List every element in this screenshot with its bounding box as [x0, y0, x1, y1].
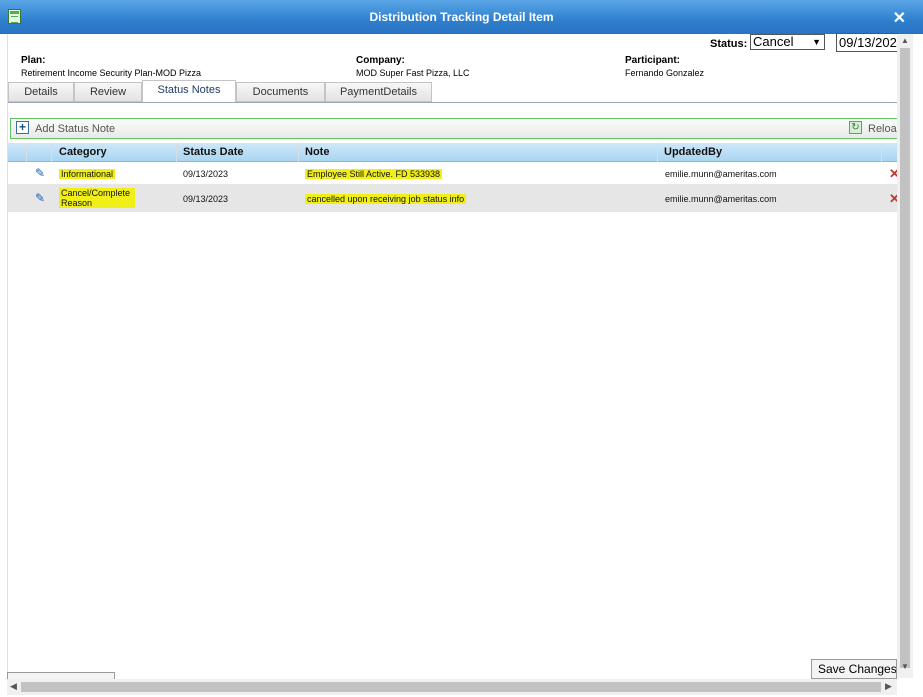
participant-value: Fernando Gonzalez	[625, 68, 705, 78]
close-icon[interactable]: ✕	[893, 8, 906, 28]
status-notes-toolbar: + Add Status Note ↻ Reload	[10, 118, 903, 139]
note-cell: Employee Still Active. FD 533938	[305, 169, 443, 179]
table-row[interactable]: ✎ Informational 09/13/2023 Employee Stil…	[8, 162, 900, 185]
status-label: Status:	[710, 38, 748, 50]
chevron-down-icon: ▼	[812, 37, 821, 47]
horizontal-scroll-thumb[interactable]	[21, 682, 881, 692]
status-select[interactable]: Cancel ▼	[750, 34, 825, 50]
dialog-content: Plan: Retirement Income Security Plan-MO…	[7, 33, 903, 678]
category-cell: Informational	[59, 169, 116, 179]
plan-label: Plan:	[21, 55, 46, 66]
add-status-note-button[interactable]: Add Status Note	[35, 123, 115, 135]
tab-status-notes[interactable]: Status Notes	[142, 80, 236, 103]
status-date-cell: 09/13/2023	[183, 194, 229, 204]
company-value: MOD Super Fast Pizza, LLC	[356, 68, 470, 78]
company-label: Company:	[356, 55, 405, 66]
column-header-note[interactable]: Note	[305, 146, 329, 158]
grid-header: Category Status Date Note UpdatedBy	[8, 143, 898, 162]
vertical-scrollbar[interactable]: ▲ ▼	[897, 34, 913, 678]
tab-payment-details[interactable]: PaymentDetails	[325, 82, 432, 102]
scroll-right-icon[interactable]: ▶	[885, 681, 892, 692]
scroll-down-icon[interactable]: ▼	[901, 662, 909, 671]
add-icon[interactable]: +	[16, 121, 29, 134]
category-cell: Cancel/Complete Reason	[59, 188, 135, 208]
scroll-up-icon[interactable]: ▲	[901, 36, 909, 45]
updated-by-cell: emilie.munn@ameritas.com	[665, 169, 777, 179]
updated-by-cell: emilie.munn@ameritas.com	[665, 194, 777, 204]
note-cell: cancelled upon receiving job status info	[305, 194, 467, 204]
window-title: Distribution Tracking Detail Item	[369, 10, 554, 24]
column-header-updated-by[interactable]: UpdatedBy	[664, 146, 722, 158]
reload-icon[interactable]: ↻	[849, 121, 862, 134]
vertical-scroll-thumb[interactable]	[900, 48, 910, 668]
column-header-status-date[interactable]: Status Date	[183, 146, 244, 158]
window-title-bar: Distribution Tracking Detail Item ✕	[0, 0, 923, 34]
scroll-left-icon[interactable]: ◀	[10, 681, 17, 692]
status-date-input[interactable]: 09/13/2023	[836, 33, 898, 52]
horizontal-scrollbar[interactable]: ◀ ▶	[7, 679, 897, 695]
column-header-category[interactable]: Category	[59, 146, 107, 158]
tab-divider	[8, 102, 898, 103]
plan-value: Retirement Income Security Plan-MOD Pizz…	[21, 68, 202, 78]
tab-details[interactable]: Details	[8, 82, 74, 102]
pencil-icon[interactable]: ✎	[35, 192, 47, 204]
status-select-value: Cancel	[753, 34, 794, 49]
save-changes-button[interactable]: Save Changes	[811, 659, 897, 679]
pencil-icon[interactable]: ✎	[35, 167, 47, 179]
participant-label: Participant:	[625, 55, 681, 66]
tab-documents[interactable]: Documents	[236, 82, 325, 102]
table-row[interactable]: ✎ Cancel/Complete Reason 09/13/2023 canc…	[8, 185, 900, 212]
status-date-cell: 09/13/2023	[183, 169, 229, 179]
tab-review[interactable]: Review	[74, 82, 142, 102]
